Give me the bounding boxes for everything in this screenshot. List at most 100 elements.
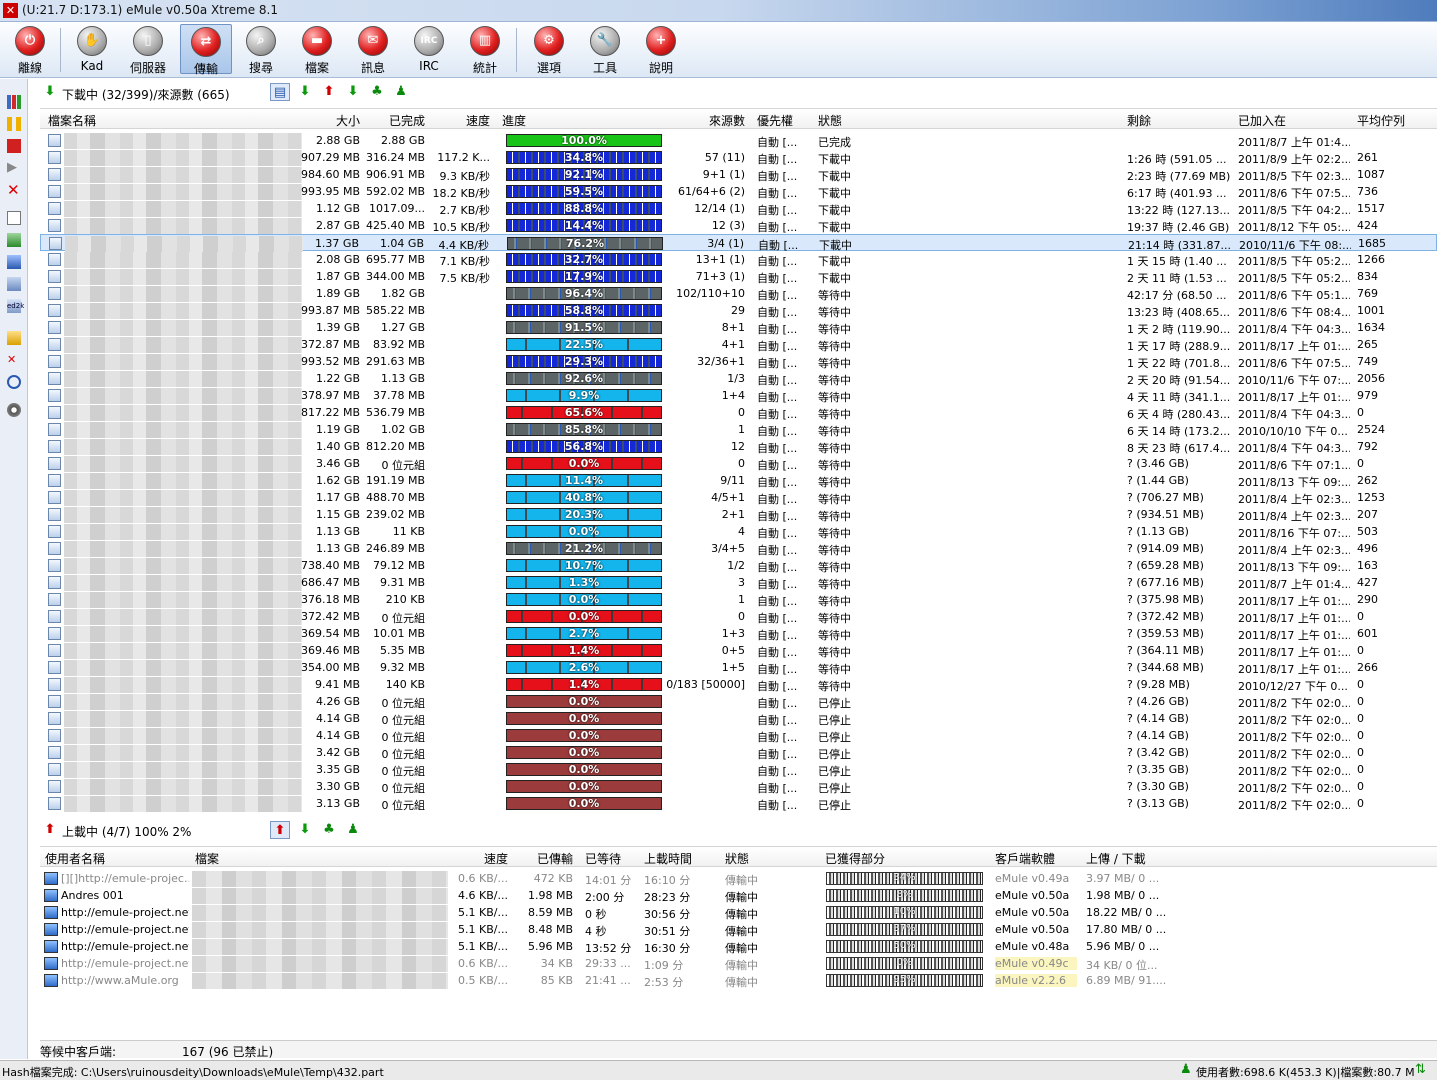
list-view-button[interactable]: ▤	[270, 83, 290, 101]
toolbar-button-5[interactable]: ▬ 檔案	[291, 24, 343, 75]
download-row[interactable]: 1.62 GB 191.19 MB 11.4% 9/11 自動 [... 等待中 ? (1.…	[40, 472, 1437, 489]
download-row[interactable]: 376.18 MB 210 KB 0.0% 1 自動 [... 等待中 ? (375.98 …	[40, 591, 1437, 608]
download-row[interactable]: 1.17 GB 488.70 MB 40.8% 4/5+1 自動 [... 等待中 ? (7…	[40, 489, 1437, 506]
download-row[interactable]: 354.00 MB 9.32 MB 2.6% 1+5 自動 [... 等待中 ? (344.…	[40, 659, 1437, 676]
stop-icon[interactable]	[7, 139, 21, 153]
queue-view-button[interactable]: ♟	[391, 83, 411, 101]
upload-view-button[interactable]: ⬆	[319, 83, 339, 101]
find-icon[interactable]	[7, 375, 21, 389]
upload-row[interactable]: http://emule-project.net 5.1 KB/... 5.96 M…	[40, 938, 1437, 955]
download-row[interactable]: 3.13 GB 0 位元組 0.0% 自動 [... 已停止 ? (3.13 GB) 201…	[40, 795, 1437, 812]
download-row[interactable]: 993.95 MB 592.02 MB 18.2 KB/秒 59.5% 61/64+6 …	[40, 183, 1437, 200]
column-header-1[interactable]: 大小	[336, 112, 360, 129]
upload-row[interactable]: http://emule-project.net 0.6 KB/... 34 KB 2…	[40, 955, 1437, 972]
category-stats-icon[interactable]	[7, 95, 21, 109]
cancel-icon[interactable]: ✕	[7, 183, 21, 198]
download-row[interactable]: 1.87 GB 344.00 MB 7.5 KB/秒 17.9% 71+3 (1) 自動 …	[40, 268, 1437, 285]
toolbar-button-7[interactable]: IRC IRC	[403, 24, 455, 74]
category-icon[interactable]	[7, 331, 21, 345]
column-header-10[interactable]: 平均佇列	[1357, 112, 1405, 129]
column-header-6[interactable]: 優先權	[757, 112, 793, 129]
column-header-0[interactable]: 檔案名稱	[48, 112, 96, 129]
upload-column-header-5[interactable]: 上載時間	[644, 850, 692, 867]
column-header-7[interactable]: 狀態	[818, 112, 842, 129]
download-row[interactable]: 984.60 MB 906.91 MB 9.3 KB/秒 92.1% 9+1 (1) 自動…	[40, 166, 1437, 183]
toolbar-button-9[interactable]: ⚙ 選項	[523, 24, 575, 75]
column-header-4[interactable]: 進度	[502, 112, 526, 129]
column-header-2[interactable]: 已完成	[389, 112, 425, 129]
toolbar-button-6[interactable]: ✉ 訊息	[347, 24, 399, 75]
upload-column-header-7[interactable]: 已獲得部分	[825, 850, 885, 867]
new-file-icon[interactable]	[7, 211, 21, 225]
play-icon[interactable]: ▶	[7, 161, 21, 175]
downloads-list[interactable]: 檔案名稱 大小 已完成 速度 進度 來源數 優先權 狀態 剩餘 已加入在 平均佇列 2.88 GB 2…	[40, 108, 1437, 818]
download-row[interactable]: 3.46 GB 0 位元組 0.0% 0 自動 [... 等待中 ? (3.46 GB) 20…	[40, 455, 1437, 472]
toolbar-button-11[interactable]: + 說明	[635, 24, 687, 75]
download-row[interactable]: 9.41 MB 140 KB 1.4% 0/183 [50000] 自動 [... 等待中…	[40, 676, 1437, 693]
upload-column-header-2[interactable]: 速度	[484, 850, 508, 867]
upload-row[interactable]: http://www.aMule.org 0.5 KB/... 85 KB 21:41…	[40, 972, 1437, 989]
download-row[interactable]: 1.39 GB 1.27 GB 91.5% 8+1 自動 [... 等待中 1 天 2 時 …	[40, 319, 1437, 336]
upload-column-header-6[interactable]: 狀態	[725, 850, 749, 867]
download-row[interactable]: 369.46 MB 5.35 MB 1.4% 0+5 自動 [... 等待中 ? (364.…	[40, 642, 1437, 659]
details-icon[interactable]	[7, 277, 21, 291]
download-row[interactable]: 3.42 GB 0 位元組 0.0% 自動 [... 已停止 ? (3.42 GB) 201…	[40, 744, 1437, 761]
download-row[interactable]: 1.19 GB 1.02 GB 85.8% 1 自動 [... 等待中 6 天 14 時 (…	[40, 421, 1437, 438]
uploads-list[interactable]: 使用者名稱 檔案 速度 已傳輸 已等待 上載時間 狀態 已獲得部分 客戶端軟體 上傳 / 下載 […	[40, 846, 1437, 1038]
sources-icon[interactable]	[7, 233, 21, 247]
download-row[interactable]: 1.22 GB 1.13 GB 92.6% 1/3 自動 [... 等待中 2 天 20 時…	[40, 370, 1437, 387]
upload-column-header-9[interactable]: 上傳 / 下載	[1086, 850, 1146, 867]
upload-column-header-3[interactable]: 已傳輸	[537, 850, 573, 867]
column-header-9[interactable]: 已加入在	[1238, 112, 1286, 129]
download-row[interactable]: 1.89 GB 1.82 GB 96.4% 102/110+10 自動 [... 等待中 4…	[40, 285, 1437, 302]
download-view-button[interactable]: ⬇	[295, 83, 315, 101]
upload-row[interactable]: [][]http://emule-projec... 0.6 KB/... 472 …	[40, 870, 1437, 887]
download-row[interactable]: 3.30 GB 0 位元組 0.0% 自動 [... 已停止 ? (3.30 GB) 201…	[40, 778, 1437, 795]
known-clients-view-button[interactable]: ♣	[319, 821, 339, 839]
download-row[interactable]: 1.15 GB 239.02 MB 20.3% 2+1 自動 [... 等待中 ? (934…	[40, 506, 1437, 523]
download-row[interactable]: 817.22 MB 536.79 MB 65.6% 0 自動 [... 等待中 6 天 4 …	[40, 404, 1437, 421]
download-row[interactable]: 1.13 GB 11 KB 0.0% 4 自動 [... 等待中 ? (1.13 GB) 20…	[40, 523, 1437, 540]
toolbar-button-4[interactable]: ⌕ 搜尋	[235, 24, 287, 75]
download-row[interactable]: 1.40 GB 812.20 MB 56.8% 12 自動 [... 等待中 8 天 23 …	[40, 438, 1437, 455]
download-row[interactable]: 1.12 GB 1017.09... 2.7 KB/秒 88.8% 12/14 (1) 自…	[40, 200, 1437, 217]
download-row[interactable]: 378.97 MB 37.78 MB 9.9% 1+4 自動 [... 等待中 4 天 11…	[40, 387, 1437, 404]
upload-column-header-8[interactable]: 客戶端軟體	[995, 850, 1055, 867]
download-row[interactable]: 1.13 GB 246.89 MB 21.2% 3/4+5 自動 [... 等待中 ? (9…	[40, 540, 1437, 557]
column-header-5[interactable]: 來源數	[709, 112, 745, 129]
clients-view-button[interactable]: ♣	[367, 83, 387, 101]
downloading-view-button[interactable]: ⬇	[343, 83, 363, 101]
downloading-clients-view-button[interactable]: ⬇	[295, 821, 315, 839]
ed2k-link-icon[interactable]: ed2k	[7, 299, 24, 313]
column-header-8[interactable]: 剩餘	[1127, 112, 1151, 129]
download-row[interactable]: 369.54 MB 10.01 MB 2.7% 1+3 自動 [... 等待中 ? (359…	[40, 625, 1437, 642]
download-row[interactable]: 4.14 GB 0 位元組 0.0% 自動 [... 已停止 ? (4.14 GB) 201…	[40, 710, 1437, 727]
download-row[interactable]: 2.08 GB 695.77 MB 7.1 KB/秒 32.7% 13+1 (1) 自動 …	[40, 251, 1437, 268]
download-row[interactable]: 372.87 MB 83.92 MB 22.5% 4+1 自動 [... 等待中 1 天 1…	[40, 336, 1437, 353]
download-row[interactable]: 4.14 GB 0 位元組 0.0% 自動 [... 已停止 ? (4.14 GB) 201…	[40, 727, 1437, 744]
upload-column-header-0[interactable]: 使用者名稱	[45, 850, 105, 867]
toolbar-button-8[interactable]: ▥ 統計	[459, 24, 511, 75]
download-row[interactable]: 3.35 GB 0 位元組 0.0% 自動 [... 已停止 ? (3.35 GB) 201…	[40, 761, 1437, 778]
uploading-view-button[interactable]: ⬆	[270, 821, 290, 839]
toolbar-button-2[interactable]: ▯ 伺服器	[122, 24, 174, 75]
info-icon[interactable]	[7, 255, 21, 269]
download-row[interactable]: 2.87 GB 425.40 MB 10.5 KB/秒 14.4% 12 (3) 自動 […	[40, 217, 1437, 234]
download-row[interactable]: 738.40 MB 79.12 MB 10.7% 1/2 自動 [... 等待中 ? (65…	[40, 557, 1437, 574]
upload-column-header-1[interactable]: 檔案	[195, 850, 219, 867]
pause-icon[interactable]	[7, 117, 21, 131]
toolbar-button-1[interactable]: ✋ Kad	[66, 24, 118, 74]
toolbar-button-10[interactable]: 🔧 工具	[579, 24, 631, 75]
upload-row[interactable]: http://emule-project.net 5.1 KB/... 8.59 M…	[40, 904, 1437, 921]
waiting-queue-view-button[interactable]: ♟	[343, 821, 363, 839]
emule-app-icon[interactable]: ✕	[3, 3, 18, 18]
download-row[interactable]: 4.26 GB 0 位元組 0.0% 自動 [... 已停止 ? (4.26 GB) 201…	[40, 693, 1437, 710]
download-row[interactable]: 2.88 GB 2.88 GB 100.0% 自動 [... 已完成 2011/8/7 上…	[40, 132, 1437, 149]
column-header-3[interactable]: 速度	[466, 112, 490, 129]
preview-icon[interactable]	[7, 403, 21, 417]
upload-row[interactable]: http://emule-project.net 5.1 KB/... 8.48 M…	[40, 921, 1437, 938]
download-row[interactable]: 1.37 GB 1.04 GB 4.4 KB/秒 76.2% 3/4 (1) 自動 [..…	[40, 234, 1437, 252]
download-row[interactable]: 686.47 MB 9.31 MB 1.3% 3 自動 [... 等待中 ? (677.16…	[40, 574, 1437, 591]
download-row[interactable]: 907.29 MB 316.24 MB 117.2 K... 34.8% 57 (11)…	[40, 149, 1437, 166]
toolbar-button-0[interactable]: ⏻ 離線	[4, 24, 56, 75]
